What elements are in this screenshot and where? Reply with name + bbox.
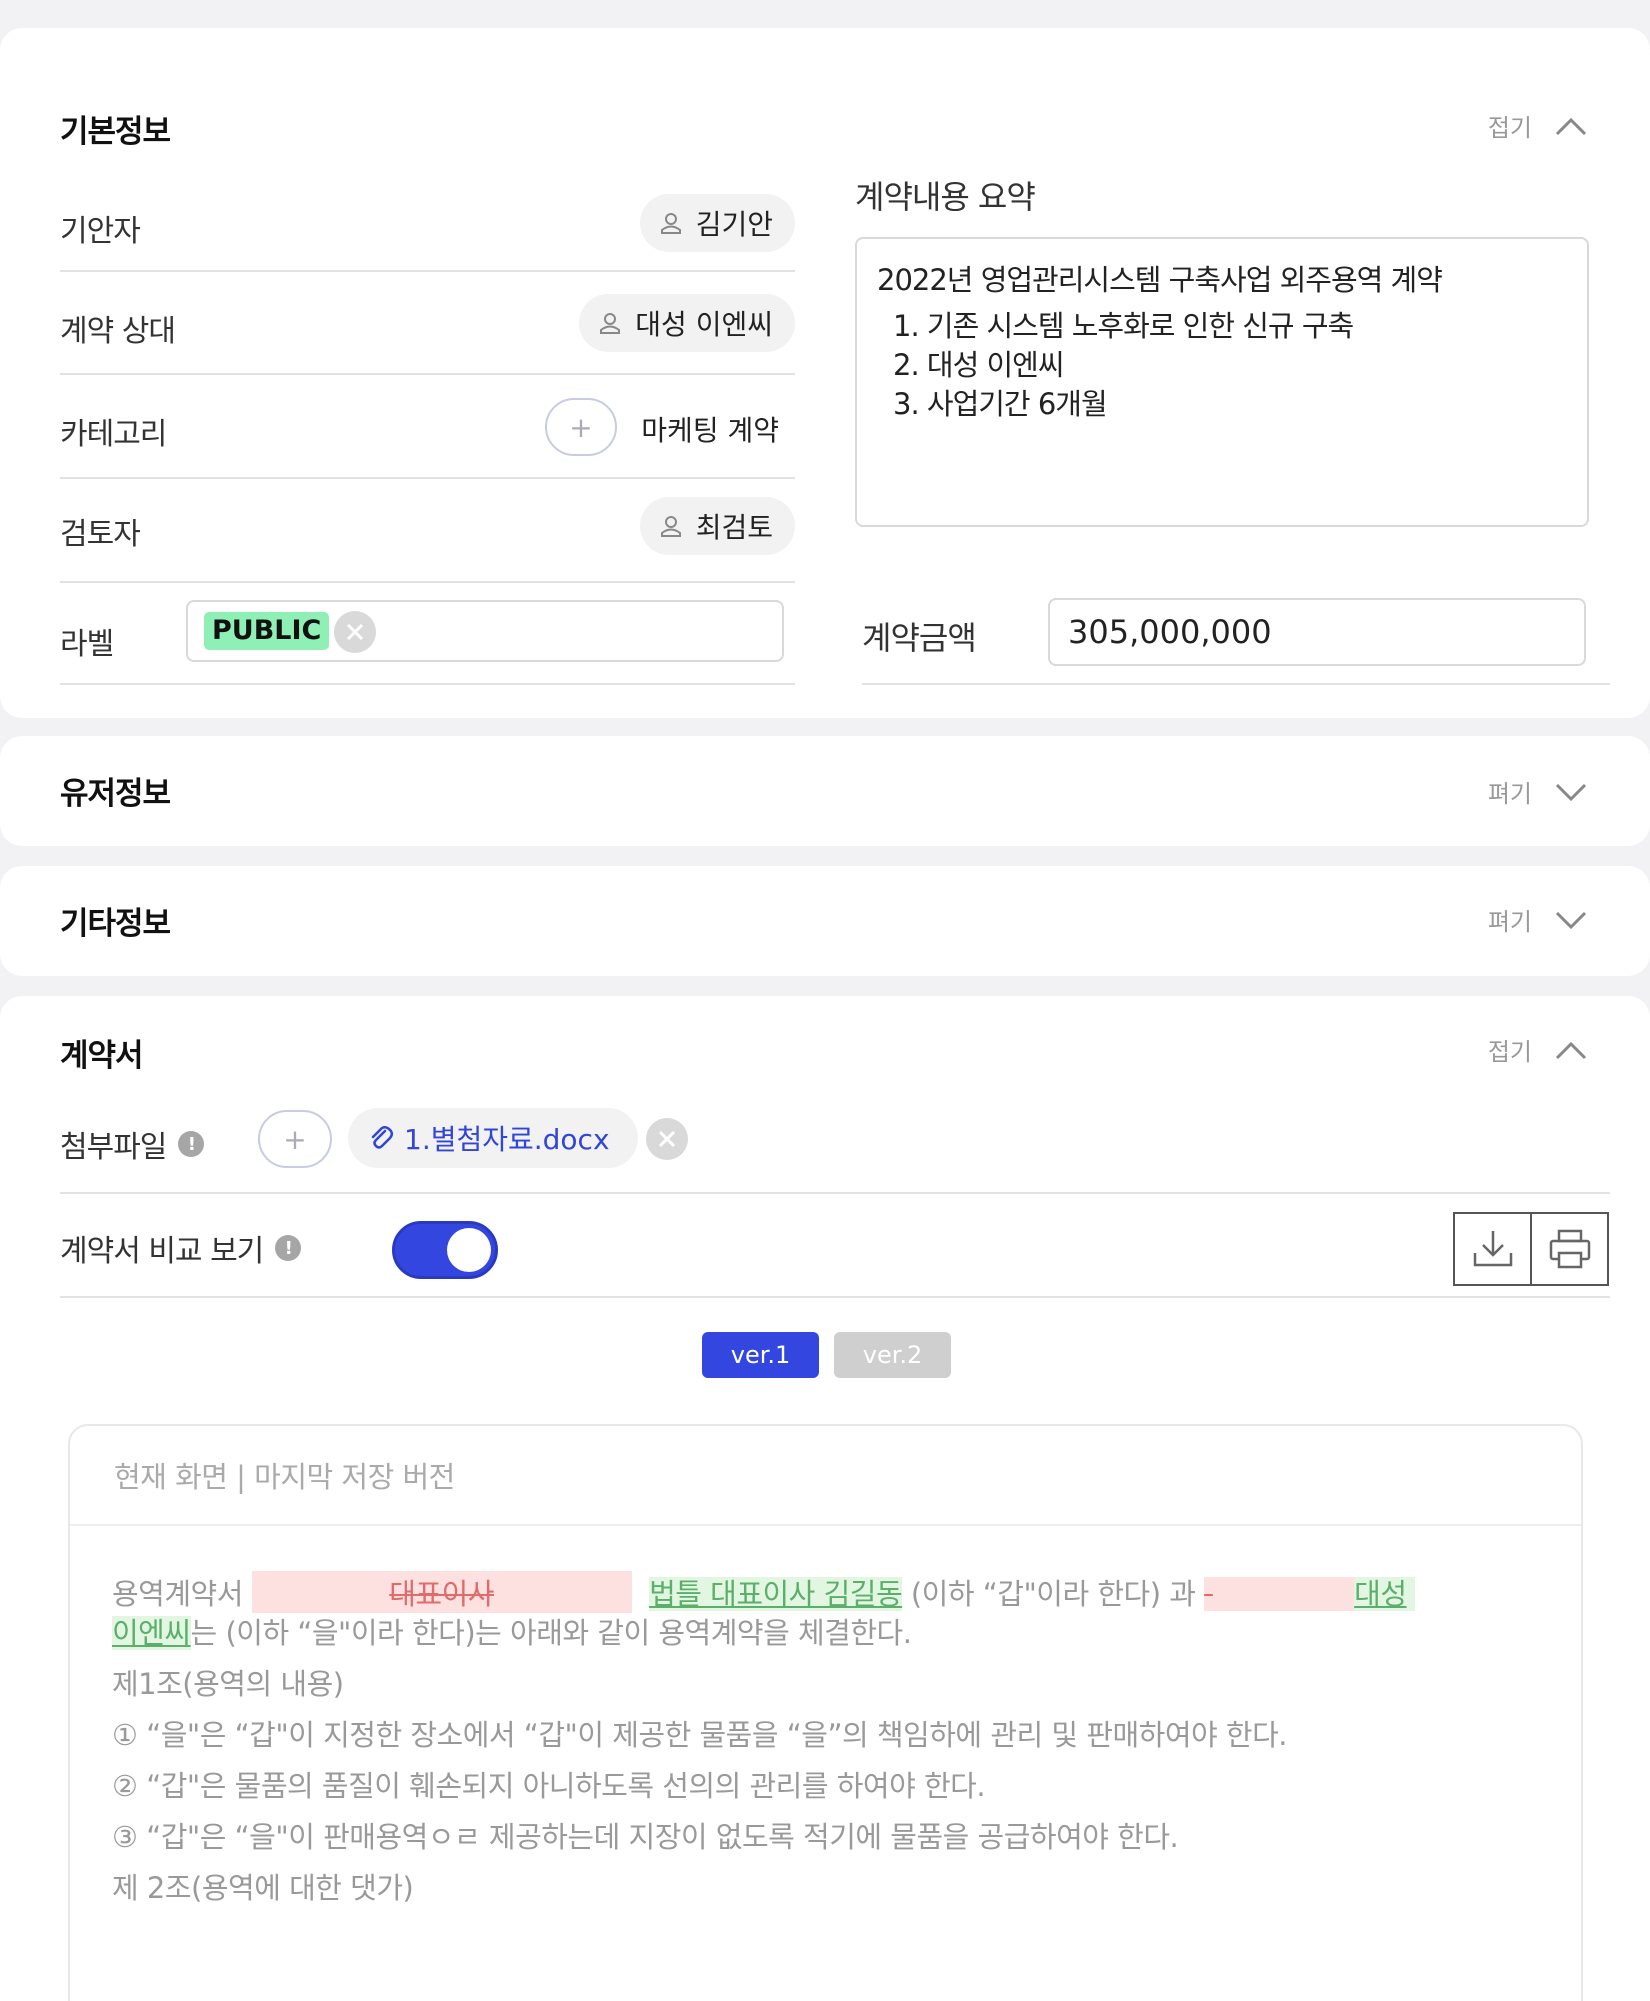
document-line: 이엔씨는 (이하 “을"이라 한다)는 아래와 같이 용역계약을 체결한다. <box>112 1610 912 1652</box>
basic-info-card: 기본정보 접기 기안자 김기안 계약 상대 대성 이엔씨 카테고리 + 마케팅 … <box>0 28 1650 718</box>
chevron-down-icon <box>1555 911 1587 929</box>
add-attachment-button[interactable]: + <box>258 1110 332 1168</box>
counterparty-row: 계약 상대 대성 이엔씨 <box>60 272 795 375</box>
user-info-title: 유저정보 <box>60 776 171 812</box>
summary-item: 2. 대성 이엔씨 <box>893 348 1065 382</box>
summary-heading: 2022년 영업관리시스템 구축사업 외주용역 계약 <box>877 263 1443 297</box>
contract-card: 계약서 접기 첨부파일 ! + 1.별첨자료.docx 계약서 비교 보기 ! <box>0 996 1650 2001</box>
document-line: ② “갑"은 물품의 품질이 훼손되지 아니하도록 선의의 관리를 하여야 한다… <box>112 1769 986 1803</box>
compare-label: 계약서 비교 보기 ! <box>60 1226 302 1270</box>
close-icon <box>658 1130 676 1148</box>
amount-row: 계약금액 305,000,000 <box>862 593 1610 685</box>
summary-label: 계약내용 요약 <box>855 178 1036 216</box>
deleted-text-value: 대표이사 <box>389 1577 494 1611</box>
amount-value: 305,000,000 <box>1068 613 1272 651</box>
drafter-row: 기안자 김기안 <box>60 180 795 272</box>
remove-attachment-button[interactable] <box>646 1118 688 1160</box>
inserted-text: 법틀 대표이사 김길동 <box>649 1577 903 1611</box>
category-label: 카테고리 <box>60 417 167 452</box>
collapse-label: 접기 <box>1487 1038 1532 1066</box>
user-icon <box>660 213 681 234</box>
document-line: ① “을"은 “갑"이 지정한 장소에서 “갑"이 제공한 물품을 “을”의 책… <box>112 1718 1288 1752</box>
reviewer-row: 검토자 최검토 <box>60 479 795 583</box>
drafter-chip[interactable]: 김기안 <box>639 194 795 252</box>
plus-icon: + <box>569 410 593 444</box>
document-line: 제1조(용역의 내용) <box>112 1667 344 1701</box>
compare-label-text: 계약서 비교 보기 <box>60 1234 264 1269</box>
inserted-text: 대성 <box>1354 1577 1407 1611</box>
print-icon <box>1549 1229 1590 1269</box>
viewer-header-text: 현재 화면 | 마지막 저장 버전 <box>114 1460 455 1494</box>
attachment-label-text: 첨부파일 <box>60 1130 167 1165</box>
public-tag: PUBLIC <box>204 612 330 650</box>
contract-collapse-toggle[interactable]: 접기 <box>1488 1032 1588 1067</box>
attachment-row: 첨부파일 ! + 1.별첨자료.docx <box>60 1096 1610 1194</box>
contract-title: 계약서 <box>60 1038 144 1074</box>
user-info-card[interactable]: 유저정보 펴기 <box>0 736 1650 846</box>
user-icon <box>600 313 621 334</box>
attachment-file-name: 1.별첨자료.docx <box>404 1123 610 1156</box>
compare-row: 계약서 비교 보기 ! <box>60 1196 1610 1298</box>
document-line: ③ “갑"은 “을"이 판매용역ㅇㄹ 제공하는데 지장이 없도록 적기에 물품을… <box>112 1820 1179 1854</box>
download-icon <box>1473 1231 1512 1267</box>
add-category-button[interactable]: + <box>545 398 617 456</box>
reviewer-label: 검토자 <box>60 517 141 552</box>
amount-input[interactable]: 305,000,000 <box>1048 598 1586 666</box>
document-text: 는 (이하 “을"이라 한다)는 아래와 같이 용역계약을 체결한다. <box>190 1616 912 1650</box>
basic-info-title: 기본정보 <box>60 114 171 150</box>
print-button[interactable] <box>1530 1212 1609 1286</box>
viewer-header: 현재 화면 | 마지막 저장 버전 <box>70 1426 1581 1526</box>
deleted-text: 대표이사 <box>251 1571 632 1613</box>
document-text: (이하 “갑"이라 한다) 과 <box>902 1577 1205 1611</box>
user-info-expand-toggle[interactable]: 펴기 <box>1488 774 1588 809</box>
other-info-expand-toggle[interactable]: 펴기 <box>1488 902 1588 937</box>
download-button[interactable] <box>1453 1212 1532 1286</box>
counterparty-chip[interactable]: 대성 이엔씨 <box>579 294 795 352</box>
drafter-name: 김기안 <box>695 208 773 241</box>
version-tab-2[interactable]: ver.2 <box>834 1332 951 1378</box>
amount-label: 계약금액 <box>862 619 977 657</box>
compare-toggle-switch[interactable] <box>392 1221 498 1279</box>
document-line: 제 2조(용역에 대한 댓가) <box>112 1871 414 1905</box>
user-icon <box>660 516 681 537</box>
summary-item: 1. 기존 시스템 노후화로 인한 신규 구축 <box>893 309 1354 343</box>
expand-label: 펴기 <box>1487 780 1532 808</box>
toggle-knob <box>447 1228 491 1272</box>
summary-item: 3. 사업기간 6개월 <box>893 387 1108 421</box>
counterparty-name: 대성 이엔씨 <box>635 308 773 341</box>
close-icon <box>346 623 364 641</box>
collapse-label: 접기 <box>1487 114 1532 142</box>
category-value: 마케팅 계약 <box>641 414 779 447</box>
chevron-up-icon <box>1555 117 1587 135</box>
category-row: 카테고리 + 마케팅 계약 <box>60 375 795 479</box>
deleted-text <box>1204 1577 1355 1611</box>
info-icon[interactable]: ! <box>275 1235 302 1261</box>
chevron-up-icon <box>1555 1041 1587 1059</box>
label-row: 라벨 PUBLIC <box>60 583 795 685</box>
basic-info-collapse-toggle[interactable]: 접기 <box>1488 108 1588 143</box>
paperclip-icon <box>371 1126 393 1149</box>
plus-icon: + <box>283 1122 307 1156</box>
counterparty-label: 계약 상대 <box>60 314 176 349</box>
attachment-file-chip[interactable]: 1.별첨자료.docx <box>348 1108 638 1168</box>
reviewer-chip[interactable]: 최검토 <box>639 497 795 555</box>
inserted-text: 이엔씨 <box>112 1616 191 1650</box>
document-text: 용역계약서 <box>112 1577 252 1611</box>
label-field-label: 라벨 <box>60 627 114 662</box>
other-info-title: 기타정보 <box>60 906 171 942</box>
label-input[interactable]: PUBLIC <box>186 600 784 662</box>
remove-tag-button[interactable] <box>334 611 376 653</box>
drafter-label: 기안자 <box>60 214 141 249</box>
spacer <box>1406 1577 1416 1611</box>
info-icon[interactable]: ! <box>178 1131 205 1157</box>
other-info-card[interactable]: 기타정보 펴기 <box>0 866 1650 976</box>
chevron-down-icon <box>1555 783 1587 801</box>
document-line: 용역계약서 대표이사 법틀 대표이사 김길동 (이하 “갑"이라 한다) 과 대… <box>112 1571 1416 1613</box>
summary-textarea[interactable]: 2022년 영업관리시스템 구축사업 외주용역 계약 1. 기존 시스템 노후화… <box>855 237 1589 527</box>
expand-label: 펴기 <box>1487 908 1532 936</box>
version-tab-1[interactable]: ver.1 <box>702 1332 819 1378</box>
attachment-label: 첨부파일 ! <box>60 1122 205 1166</box>
reviewer-name: 최검토 <box>695 511 773 544</box>
